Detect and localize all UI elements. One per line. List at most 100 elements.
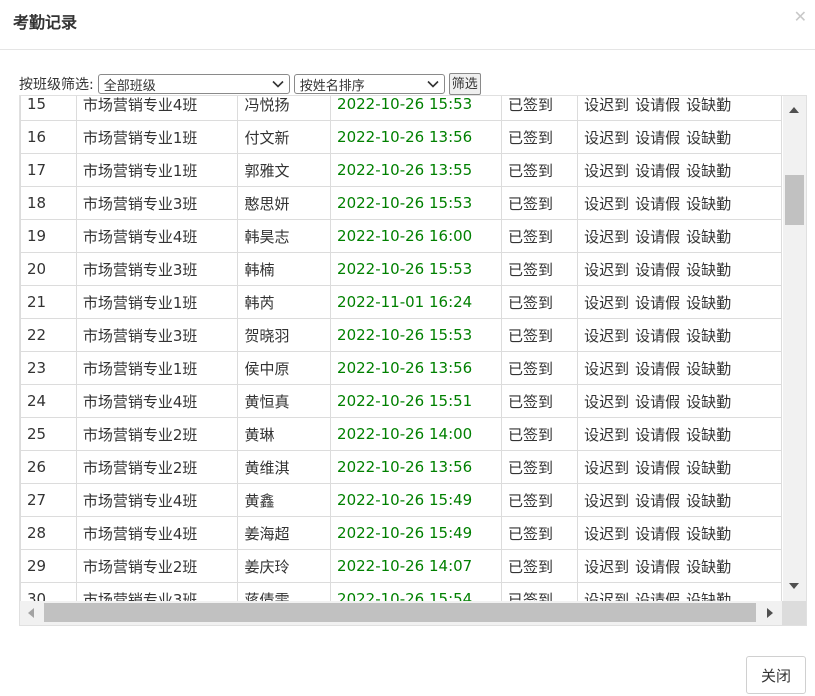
vertical-scrollbar[interactable] — [783, 96, 806, 601]
horizontal-scrollbar[interactable] — [20, 601, 782, 625]
set-absent-link[interactable]: 设缺勤 — [686, 591, 731, 602]
set-late-link[interactable]: 设迟到 — [584, 591, 629, 602]
table-row: 30 市场营销专业3班 蒋倩雯 2022-10-26 15:54 已签到 设迟到 设请假 设缺… — [20, 582, 782, 602]
chevron-down-icon — [427, 80, 439, 88]
set-leave-link[interactable]: 设请假 — [635, 426, 680, 444]
close-button[interactable]: 关闭 — [746, 656, 806, 694]
table-row: 15 市场营销专业4班 冯悦扬 2022-10-26 15:53 已签到 设迟到 设请假 设缺… — [20, 96, 782, 121]
row-name: 韩楠 — [237, 252, 332, 286]
row-number: 23 — [20, 351, 77, 385]
row-time: 2022-10-26 15:51 — [330, 384, 503, 418]
set-absent-link[interactable]: 设缺勤 — [686, 558, 731, 576]
row-class: 市场营销专业4班 — [75, 384, 239, 418]
row-time: 2022-10-26 15:49 — [330, 483, 503, 517]
row-number: 26 — [20, 450, 77, 484]
row-name: 黄琳 — [237, 417, 332, 451]
filter-button[interactable]: 筛选 — [448, 73, 481, 95]
set-late-link[interactable]: 设迟到 — [584, 129, 629, 147]
scroll-up-icon[interactable] — [789, 107, 799, 113]
set-late-link[interactable]: 设迟到 — [584, 426, 629, 444]
set-late-link[interactable]: 设迟到 — [584, 393, 629, 411]
row-class: 市场营销专业2班 — [75, 417, 239, 451]
set-absent-link[interactable]: 设缺勤 — [686, 393, 731, 411]
row-number: 18 — [20, 186, 77, 220]
set-late-link[interactable]: 设迟到 — [584, 558, 629, 576]
close-icon[interactable]: ✕ — [794, 7, 807, 27]
set-leave-link[interactable]: 设请假 — [635, 591, 680, 602]
set-late-link[interactable]: 设迟到 — [584, 327, 629, 345]
scroll-corner — [782, 601, 806, 625]
row-name: 黄维淇 — [237, 450, 332, 484]
row-status: 已签到 — [501, 516, 579, 550]
row-status: 已签到 — [501, 318, 579, 352]
set-late-link[interactable]: 设迟到 — [584, 492, 629, 510]
set-absent-link[interactable]: 设缺勤 — [686, 129, 731, 147]
row-number: 16 — [20, 120, 77, 154]
set-leave-link[interactable]: 设请假 — [635, 96, 680, 114]
row-number: 20 — [20, 252, 77, 286]
set-late-link[interactable]: 设迟到 — [584, 459, 629, 477]
set-late-link[interactable]: 设迟到 — [584, 261, 629, 279]
attendance-table: 15 市场营销专业4班 冯悦扬 2022-10-26 15:53 已签到 设迟到 设请假 设缺… — [20, 96, 782, 601]
set-absent-link[interactable]: 设缺勤 — [686, 294, 731, 312]
set-absent-link[interactable]: 设缺勤 — [686, 327, 731, 345]
set-late-link[interactable]: 设迟到 — [584, 96, 629, 114]
row-name: 黄鑫 — [237, 483, 332, 517]
set-leave-link[interactable]: 设请假 — [635, 558, 680, 576]
set-late-link[interactable]: 设迟到 — [584, 525, 629, 543]
table-row: 21 市场营销专业1班 韩芮 2022-11-01 16:24 已签到 设迟到 设请假 设缺勤 — [20, 285, 782, 319]
row-actions: 设迟到 设请假 设缺勤 — [577, 582, 782, 602]
set-absent-link[interactable]: 设缺勤 — [686, 360, 731, 378]
set-leave-link[interactable]: 设请假 — [635, 261, 680, 279]
row-actions: 设迟到 设请假 设缺勤 — [577, 186, 782, 220]
row-number: 19 — [20, 219, 77, 253]
set-late-link[interactable]: 设迟到 — [584, 228, 629, 246]
row-time: 2022-10-26 15:53 — [330, 186, 503, 220]
set-absent-link[interactable]: 设缺勤 — [686, 261, 731, 279]
set-leave-link[interactable]: 设请假 — [635, 393, 680, 411]
set-leave-link[interactable]: 设请假 — [635, 360, 680, 378]
set-absent-link[interactable]: 设缺勤 — [686, 426, 731, 444]
scroll-right-icon[interactable] — [767, 608, 773, 618]
set-late-link[interactable]: 设迟到 — [584, 294, 629, 312]
row-number: 21 — [20, 285, 77, 319]
set-absent-link[interactable]: 设缺勤 — [686, 228, 731, 246]
set-leave-link[interactable]: 设请假 — [635, 327, 680, 345]
set-absent-link[interactable]: 设缺勤 — [686, 459, 731, 477]
set-late-link[interactable]: 设迟到 — [584, 162, 629, 180]
set-leave-link[interactable]: 设请假 — [635, 162, 680, 180]
set-absent-link[interactable]: 设缺勤 — [686, 195, 731, 213]
table-row: 18 市场营销专业3班 憨思妍 2022-10-26 15:53 已签到 设迟到 设请假 设缺… — [20, 186, 782, 220]
set-leave-link[interactable]: 设请假 — [635, 492, 680, 510]
set-leave-link[interactable]: 设请假 — [635, 228, 680, 246]
row-time: 2022-10-26 13:56 — [330, 120, 503, 154]
row-actions: 设迟到 设请假 设缺勤 — [577, 450, 782, 484]
table-row: 22 市场营销专业3班 贺晓羽 2022-10-26 15:53 已签到 设迟到 设请假 设缺… — [20, 318, 782, 352]
scroll-left-icon[interactable] — [28, 608, 34, 618]
row-actions: 设迟到 设请假 设缺勤 — [577, 153, 782, 187]
row-actions: 设迟到 设请假 设缺勤 — [577, 516, 782, 550]
set-absent-link[interactable]: 设缺勤 — [686, 525, 731, 543]
set-late-link[interactable]: 设迟到 — [584, 360, 629, 378]
row-number: 29 — [20, 549, 77, 583]
class-select[interactable]: 全部班级 — [97, 74, 290, 94]
set-absent-link[interactable]: 设缺勤 — [686, 96, 731, 114]
sort-select[interactable]: 按姓名排序 — [293, 74, 445, 94]
row-time: 2022-10-26 14:07 — [330, 549, 503, 583]
row-status: 已签到 — [501, 252, 579, 286]
vertical-scroll-thumb[interactable] — [785, 175, 804, 225]
row-actions: 设迟到 设请假 设缺勤 — [577, 219, 782, 253]
set-absent-link[interactable]: 设缺勤 — [686, 492, 731, 510]
set-leave-link[interactable]: 设请假 — [635, 294, 680, 312]
horizontal-scroll-thumb[interactable] — [44, 603, 756, 622]
set-leave-link[interactable]: 设请假 — [635, 459, 680, 477]
set-absent-link[interactable]: 设缺勤 — [686, 162, 731, 180]
row-class: 市场营销专业3班 — [75, 252, 239, 286]
scroll-down-icon[interactable] — [789, 583, 799, 589]
set-late-link[interactable]: 设迟到 — [584, 195, 629, 213]
set-leave-link[interactable]: 设请假 — [635, 195, 680, 213]
set-leave-link[interactable]: 设请假 — [635, 129, 680, 147]
row-time: 2022-10-26 15:53 — [330, 318, 503, 352]
set-leave-link[interactable]: 设请假 — [635, 525, 680, 543]
table-row: 25 市场营销专业2班 黄琳 2022-10-26 14:00 已签到 设迟到 设请假 设缺勤 — [20, 417, 782, 451]
